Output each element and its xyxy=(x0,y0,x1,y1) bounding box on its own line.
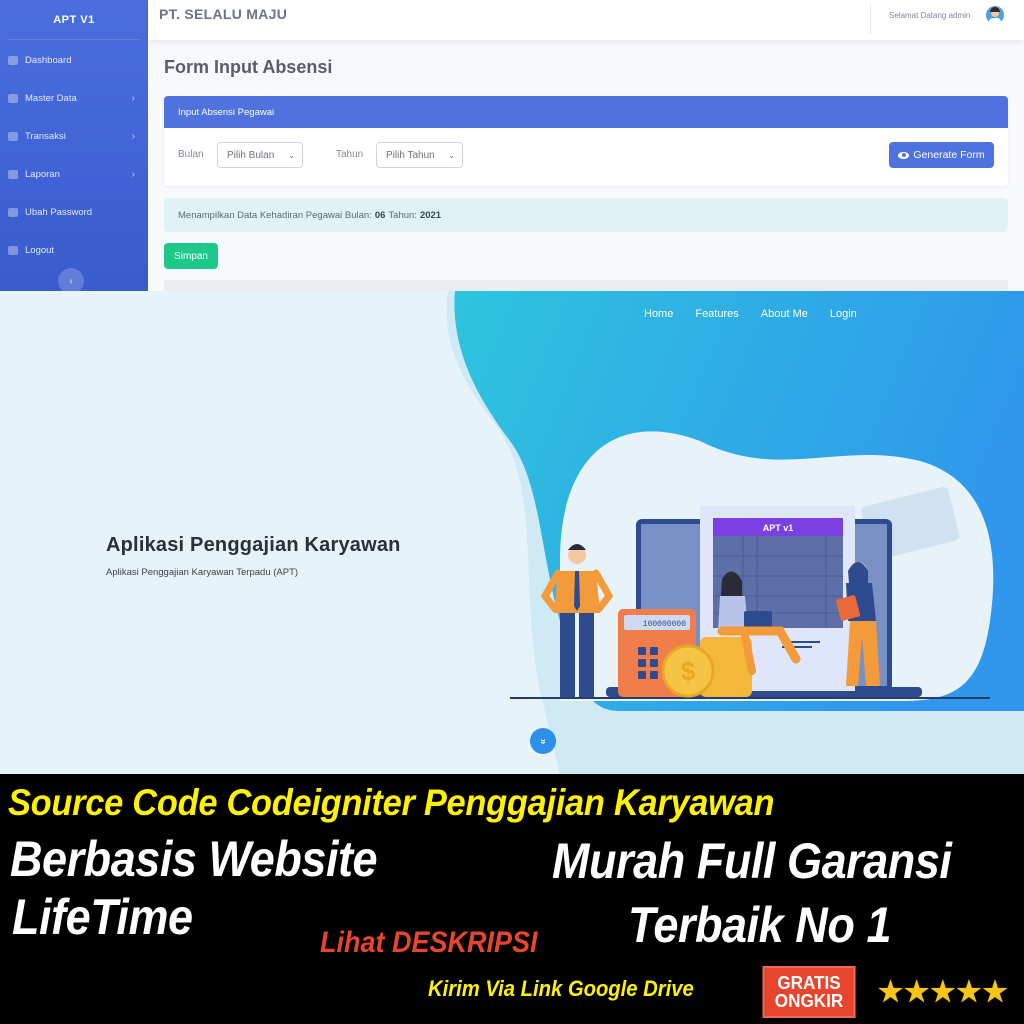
month-select-value: Pilih Bulan xyxy=(227,149,275,161)
man-figure xyxy=(540,544,614,697)
eye-icon xyxy=(898,151,910,159)
alert-year: 2021 xyxy=(419,209,442,221)
admin-screenshot: APT V1 Dashboard Master Data › Transaksi… xyxy=(0,0,1024,291)
badge-line2: ONGKIR xyxy=(774,991,844,1011)
welcome-text[interactable]: Selamat Datang admin xyxy=(889,11,970,20)
credit-card-icon xyxy=(8,131,18,141)
attendance-form-card: Input Absensi Pegawai Bulan Pilih Bulan … xyxy=(164,96,1008,186)
attendance-table-header xyxy=(164,280,1008,291)
chevron-down-icon: ⌄ xyxy=(288,150,295,160)
banner-line1-left: Berbasis Website xyxy=(10,831,378,887)
promo-banner: Source Code Codeigniter Penggajian Karya… xyxy=(0,774,1024,1024)
banner-line2-right: Terbaik No 1 xyxy=(628,897,892,953)
alert-prefix: Menampilkan Data Kehadiran Pegawai Bulan… xyxy=(178,209,372,221)
star-icon: ★ xyxy=(930,976,956,1007)
star-icon: ★ xyxy=(982,976,1008,1007)
dashboard-icon xyxy=(8,55,18,65)
landing-screenshot: APT v1 100000000 $ Home Features About M… xyxy=(0,291,1024,774)
report-icon xyxy=(8,169,18,179)
free-shipping-badge: GRATIS ONGKIR xyxy=(762,966,856,1018)
sidebar-item-master-data[interactable]: Master Data › xyxy=(0,88,148,108)
sidebar-item-label: Transaksi xyxy=(25,130,66,142)
topbar-divider xyxy=(870,4,871,34)
calculator-display-value: 100000000 xyxy=(643,620,686,629)
company-name: PT. SELALU MAJU xyxy=(159,6,288,22)
month-label: Bulan xyxy=(178,149,204,160)
user-avatar[interactable] xyxy=(986,6,1004,24)
hero-title: Aplikasi Penggajian Karyawan xyxy=(106,534,401,556)
page-title: Form Input Absensi xyxy=(164,57,333,77)
info-alert: Menampilkan Data Kehadiran Pegawai Bulan… xyxy=(164,198,1008,232)
banner-headline: Source Code Codeigniter Penggajian Karya… xyxy=(8,782,775,823)
sidebar-brand[interactable]: APT V1 xyxy=(8,0,140,40)
logout-icon xyxy=(8,245,18,255)
sidebar-item-transaksi[interactable]: Transaksi › xyxy=(0,126,148,146)
lock-icon xyxy=(8,207,18,217)
sidebar-item-ubah-password[interactable]: Ubah Password xyxy=(0,202,148,222)
chevron-right-icon: › xyxy=(131,168,135,180)
payroll-illustration: APT v1 100000000 $ xyxy=(540,486,960,698)
delivery-note: Kirim Via Link Google Drive xyxy=(428,976,694,1001)
alert-month: 06 xyxy=(374,209,386,221)
sidebar-item-logout[interactable]: Logout xyxy=(0,240,148,260)
year-select[interactable]: Pilih Tahun ⌄ xyxy=(376,142,463,168)
sidebar-item-label: Laporan xyxy=(25,168,60,180)
dollar-icon: $ xyxy=(681,656,696,686)
sidebar-collapse-button[interactable]: ‹ xyxy=(58,268,84,291)
star-icon: ★ xyxy=(956,976,982,1007)
chevron-right-icon: › xyxy=(131,130,135,142)
spreadsheet-title: APT v1 xyxy=(763,523,794,533)
star-icon: ★ xyxy=(878,976,904,1007)
sidebar-item-label: Ubah Password xyxy=(25,206,93,218)
generate-form-label: Generate Form xyxy=(913,149,985,161)
star-icon: ★ xyxy=(904,976,930,1007)
banner-line1-right: Murah Full Garansi xyxy=(552,833,952,889)
sidebar: APT V1 Dashboard Master Data › Transaksi… xyxy=(0,0,148,291)
sidebar-item-label: Logout xyxy=(25,244,55,256)
nav-login[interactable]: Login xyxy=(830,308,857,320)
nav-home[interactable]: Home xyxy=(644,308,673,320)
double-chevron-down-icon: » xyxy=(537,738,549,744)
generate-form-button[interactable]: Generate Form xyxy=(889,142,994,168)
banner-line2-left: LifeTime xyxy=(12,889,193,945)
avatar-body xyxy=(989,18,1001,24)
see-description-link[interactable]: Lihat DESKRIPSI xyxy=(320,926,538,960)
sidebar-item-laporan[interactable]: Laporan › xyxy=(0,164,148,184)
year-select-value: Pilih Tahun xyxy=(386,149,435,161)
sidebar-item-label: Master Data xyxy=(25,92,77,104)
avatar-hair xyxy=(990,7,1000,12)
nav-about-me[interactable]: About Me xyxy=(761,308,808,320)
landing-nav: Home Features About Me Login xyxy=(644,308,857,320)
card-header: Input Absensi Pegawai xyxy=(164,96,1008,128)
year-label: Tahun xyxy=(336,149,364,160)
rating-stars: ★ ★ ★ ★ ★ xyxy=(878,978,1008,1006)
topbar: PT. SELALU MAJU Selamat Datang admin xyxy=(148,0,1024,40)
chevron-right-icon: › xyxy=(131,92,135,104)
hero-subtitle: Aplikasi Penggajian Karyawan Terpadu (AP… xyxy=(106,567,299,578)
save-button[interactable]: Simpan xyxy=(164,243,218,269)
badge-line1: GRATIS xyxy=(777,973,841,993)
alert-year-label: Tahun: xyxy=(388,209,417,221)
month-select[interactable]: Pilih Bulan ⌄ xyxy=(217,142,303,168)
database-icon xyxy=(8,93,18,103)
sidebar-item-dashboard[interactable]: Dashboard xyxy=(0,50,148,70)
chevron-down-icon: ⌄ xyxy=(448,150,455,160)
scroll-down-button[interactable]: » xyxy=(530,728,556,754)
sidebar-item-label: Dashboard xyxy=(25,54,72,66)
nav-features[interactable]: Features xyxy=(695,308,738,320)
